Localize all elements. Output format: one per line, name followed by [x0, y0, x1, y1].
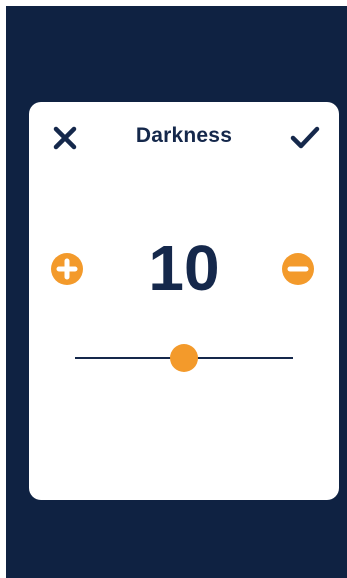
- decrement-button[interactable]: [282, 253, 314, 285]
- dialog-header: Darkness: [29, 102, 339, 174]
- value-row: 10: [29, 222, 339, 312]
- slider-thumb[interactable]: [170, 344, 198, 372]
- checkmark-icon: [290, 126, 320, 149]
- darkness-dialog: Darkness 10: [29, 102, 339, 500]
- darkness-slider[interactable]: [75, 342, 293, 374]
- app-background: Darkness 10: [6, 6, 347, 578]
- confirm-button[interactable]: [289, 122, 321, 152]
- dialog-body-space: [29, 382, 339, 500]
- minus-circle-icon: [287, 266, 309, 272]
